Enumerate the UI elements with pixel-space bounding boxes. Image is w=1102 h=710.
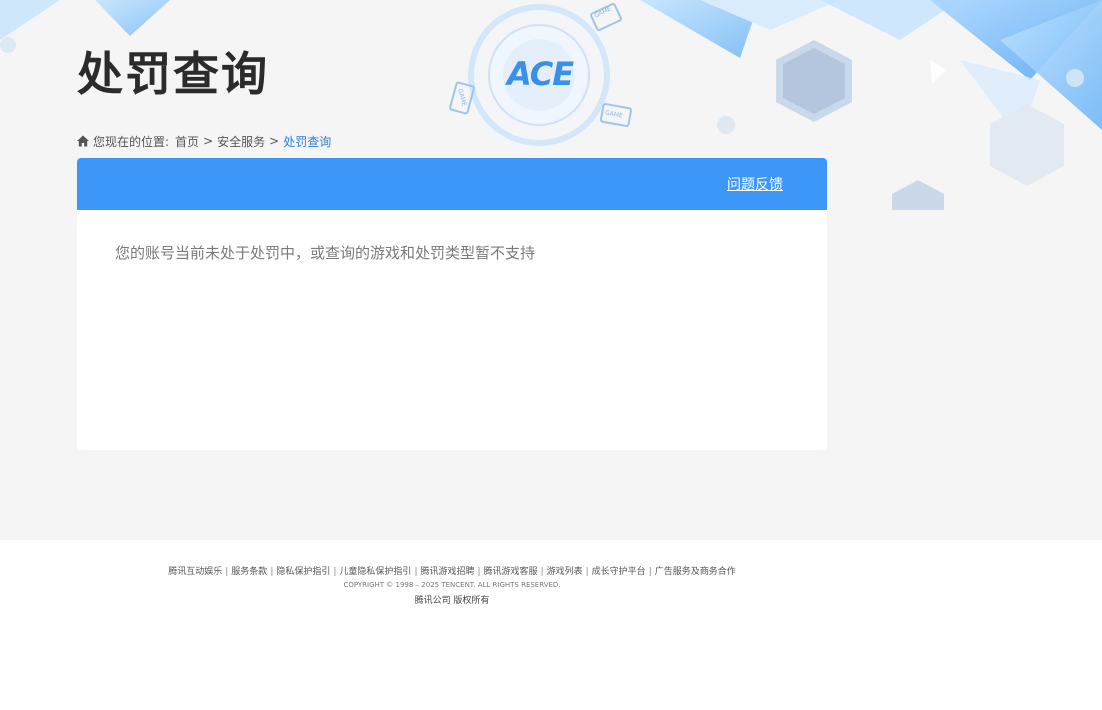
footer-links: 腾讯互动娱乐 | 服务条款 | 隐私保护指引 | 儿童隐私保护指引 | 腾讯游戏招聘 | 腾讯游戏客… bbox=[168, 567, 736, 577]
result-panel: 问题反馈 您的账号当前未处于处罚中，或查询的游戏和处罚类型暂不支持 bbox=[77, 158, 827, 450]
footer-link-tencent-games[interactable]: 腾讯互动娱乐 bbox=[168, 567, 222, 577]
breadcrumb-separator: > bbox=[203, 134, 214, 148]
footer-link-terms[interactable]: 服务条款 bbox=[231, 567, 267, 577]
home-icon bbox=[77, 135, 89, 147]
breadcrumb-current: 处罚查询 bbox=[283, 134, 332, 149]
breadcrumb-security-link[interactable]: 安全服务 bbox=[217, 133, 265, 150]
feedback-link[interactable]: 问题反馈 bbox=[727, 174, 783, 194]
footer-link-jobs[interactable]: 腾讯游戏招聘 bbox=[420, 567, 474, 577]
footer-link-support[interactable]: 腾讯游戏客服 bbox=[484, 567, 538, 577]
breadcrumb-separator: > bbox=[269, 134, 280, 148]
ace-logo: ACE bbox=[500, 52, 580, 96]
company-text: 腾讯公司 版权所有 bbox=[414, 596, 490, 606]
footer-link-privacy[interactable]: 隐私保护指引 bbox=[276, 567, 330, 577]
footer-link-child-privacy[interactable]: 儿童隐私保护指引 bbox=[339, 567, 411, 577]
footer-link-game-list[interactable]: 游戏列表 bbox=[547, 567, 583, 577]
footer: 腾讯互动娱乐 | 服务条款 | 隐私保护指引 | 儿童隐私保护指引 | 腾讯游戏招聘 | 腾讯游戏客… bbox=[0, 540, 1102, 710]
footer-link-ads[interactable]: 广告服务及商务合作 bbox=[655, 567, 736, 577]
panel-header: 问题反馈 bbox=[77, 158, 827, 210]
result-message: 您的账号当前未处于处罚中，或查询的游戏和处罚类型暂不支持 bbox=[115, 244, 536, 262]
copyright-text: COPYRIGHT © 1998 – 2025 TENCENT. ALL RIG… bbox=[343, 581, 561, 589]
breadcrumb-prefix: 您现在的位置: bbox=[93, 134, 170, 149]
footer-link-growth-guard[interactable]: 成长守护平台 bbox=[592, 567, 646, 577]
breadcrumb-home-link[interactable]: 首页 bbox=[175, 133, 199, 150]
page-title: 处罚查询 bbox=[77, 47, 269, 101]
ace-logo-text: ACE bbox=[506, 55, 574, 93]
top-area: ACE 处罚查询 您现在的位置: 首页 > 安全服务 > 处罚查询 问题反馈 您… bbox=[0, 0, 1102, 540]
breadcrumb: 您现在的位置: 首页 > 安全服务 > 处罚查询 bbox=[77, 133, 331, 149]
